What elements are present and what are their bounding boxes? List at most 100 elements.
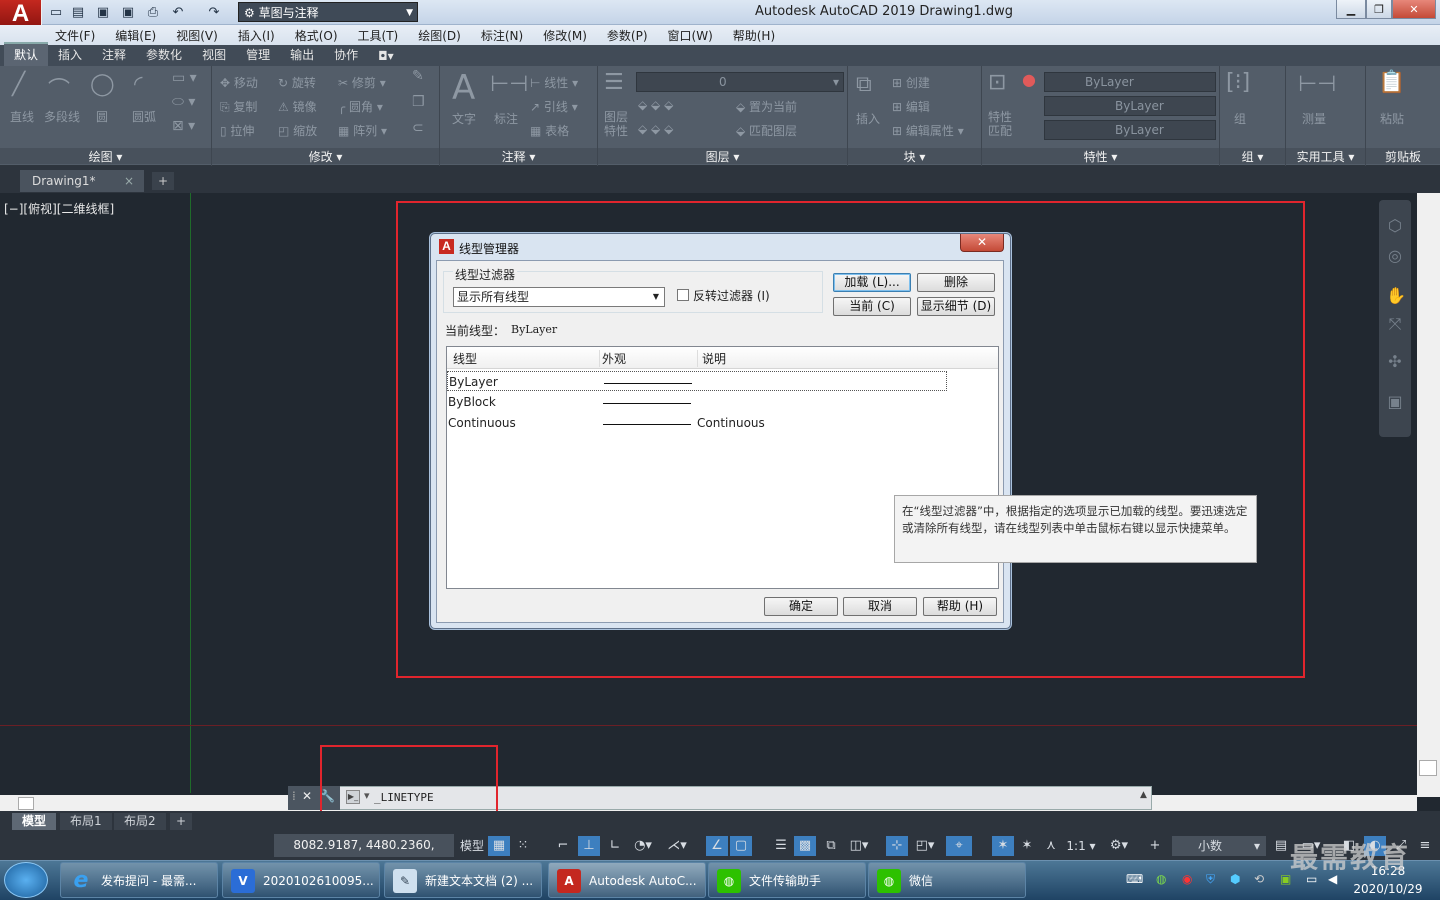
- file-tab-drawing1[interactable]: Drawing1* ×: [20, 170, 144, 192]
- tool-edit-attr[interactable]: ⊞ 编辑属性 ▾: [892, 122, 964, 139]
- linetype-combo[interactable]: ByLayer: [1044, 96, 1216, 116]
- tool-mirror[interactable]: ⚠ 镜像: [278, 98, 317, 115]
- grip-icon[interactable]: ⁞: [292, 789, 296, 803]
- offset-icon[interactable]: ⊂: [412, 120, 424, 136]
- windows-start-button[interactable]: [4, 862, 48, 898]
- annotation-visibility-icon[interactable]: ✶: [992, 836, 1014, 856]
- panel-title-properties[interactable]: 特性 ▾: [982, 148, 1219, 164]
- zoom-icon[interactable]: ⤧: [1386, 314, 1404, 333]
- dynamic-ucs-icon[interactable]: ⊹: [886, 836, 908, 856]
- menu-format[interactable]: 格式(O): [295, 27, 338, 44]
- close-icon[interactable]: ✕: [302, 789, 312, 803]
- invert-filter-checkbox[interactable]: [677, 289, 689, 301]
- tool-stretch[interactable]: ▯ 拉伸: [220, 122, 254, 139]
- layer-tools-icon[interactable]: ⬙ ⬙ ⬙: [638, 98, 673, 112]
- tool-set-current[interactable]: ⬙ 置为当前: [736, 98, 797, 115]
- tool-trim[interactable]: ✂ 修剪 ▾: [338, 74, 386, 91]
- layer-tools2-icon[interactable]: ⬙ ⬙ ⬙: [638, 122, 673, 136]
- filter-select[interactable]: 显示所有线型 ▼: [453, 287, 665, 307]
- tool-copy[interactable]: ⎘ 复制: [220, 98, 257, 115]
- new-tab-button[interactable]: +: [152, 172, 174, 190]
- menu-insert[interactable]: 插入(I): [238, 27, 275, 44]
- new-icon[interactable]: ▭: [48, 4, 64, 20]
- dynamic-input-icon[interactable]: ⊥: [578, 836, 600, 856]
- 3d-osnap-icon[interactable]: ◫▾: [846, 836, 872, 856]
- tool-scale[interactable]: ◰ 缩放: [278, 122, 317, 139]
- orbit-icon[interactable]: ✣: [1386, 352, 1404, 371]
- close-icon[interactable]: ×: [124, 170, 134, 192]
- tab-default[interactable]: 默认: [4, 42, 49, 66]
- tab-insert[interactable]: 插入: [48, 44, 92, 66]
- linetype-row[interactable]: Continuous Continuous: [447, 413, 947, 433]
- wechat-tray-icon[interactable]: ◍: [1156, 872, 1166, 886]
- tool-line[interactable]: 直线: [10, 108, 34, 125]
- maximize-button[interactable]: ❐: [1366, 0, 1392, 19]
- gizmo-icon[interactable]: ⌖: [946, 836, 972, 856]
- showmotion-icon[interactable]: ▣: [1386, 392, 1404, 411]
- minimize-button[interactable]: ▁: [1336, 0, 1366, 19]
- annotation-scale-value[interactable]: 1:1 ▾: [1064, 836, 1098, 856]
- linetype-row[interactable]: ByLayer: [447, 371, 947, 391]
- tool-group[interactable]: 组: [1234, 110, 1246, 127]
- menu-help[interactable]: 帮助(H): [733, 27, 775, 44]
- cancel-button[interactable]: 取消: [843, 597, 917, 616]
- tab-output[interactable]: 输出: [280, 44, 324, 66]
- polar-icon[interactable]: ◔▾: [630, 836, 656, 856]
- hatch-icon[interactable]: ⬭ ▾: [172, 94, 195, 110]
- workspace-select[interactable]: ⚙ 草图与注释 ▼: [238, 2, 418, 22]
- layout-tab-2[interactable]: 布局2: [114, 813, 166, 830]
- delete-button[interactable]: 删除: [917, 273, 995, 292]
- grid-icon[interactable]: ▦: [488, 836, 510, 856]
- layout-tab-1[interactable]: 布局1: [60, 813, 112, 830]
- dialog-close-button[interactable]: ✕: [960, 234, 1004, 252]
- selection-filter-icon[interactable]: ◰▾: [912, 836, 938, 856]
- layer-combo[interactable]: 0 ▾: [636, 72, 844, 92]
- tool-text[interactable]: 文字: [452, 110, 476, 127]
- close-button[interactable]: ✕: [1392, 0, 1436, 19]
- selection-cycling-icon[interactable]: ⧉: [820, 836, 842, 856]
- erase-icon[interactable]: ✎: [412, 68, 424, 84]
- panel-title-groups[interactable]: 组 ▾: [1220, 148, 1285, 164]
- viewport-controls[interactable]: [−][俯视][二维线框]: [4, 200, 114, 217]
- tool-match-properties[interactable]: 特性匹配: [988, 110, 1012, 138]
- taskbar-item-notepad[interactable]: ✎ 新建文本文档 (2) ...: [384, 862, 542, 898]
- command-history-icon[interactable]: ▲: [1140, 790, 1147, 800]
- rectangle-icon[interactable]: ▭ ▾: [172, 70, 197, 86]
- tool-polyline[interactable]: 多段线: [44, 108, 80, 125]
- application-menu-button[interactable]: A: [0, 0, 42, 28]
- menu-parametric[interactable]: 参数(P): [607, 27, 648, 44]
- coordinate-display[interactable]: 8082.9187, 4480.2360, 0.0000: [274, 834, 454, 875]
- lineweight-combo[interactable]: ByLayer: [1044, 120, 1216, 140]
- save-as-icon[interactable]: ▣: [120, 4, 136, 20]
- boundary-icon[interactable]: ⊠ ▾: [172, 118, 195, 134]
- customize-icon[interactable]: ≡: [1414, 836, 1436, 856]
- taskbar-item-ie[interactable]: e 发布提问 - 最需...: [60, 862, 218, 898]
- taskbar-item-file-transfer[interactable]: ◍ 文件传输助手: [708, 862, 866, 898]
- menu-view[interactable]: 视图(V): [176, 27, 218, 44]
- menu-tools[interactable]: 工具(T): [358, 27, 399, 44]
- horizontal-scroll-thumb[interactable]: [18, 797, 34, 810]
- tool-circle[interactable]: 圆: [96, 108, 108, 125]
- vertical-scroll-thumb[interactable]: [1419, 760, 1437, 776]
- tab-annotate[interactable]: 注释: [92, 44, 136, 66]
- tool-array[interactable]: ▦ 阵列 ▾: [338, 122, 387, 139]
- taskbar-item-editor[interactable]: V 2020102610095...: [222, 862, 380, 898]
- model-space-toggle[interactable]: 模型: [458, 836, 486, 856]
- current-button[interactable]: 当前 (C): [833, 297, 911, 316]
- tool-dimension[interactable]: 标注: [494, 110, 518, 127]
- column-appearance[interactable]: 外观: [599, 350, 626, 367]
- workspace-gear-icon[interactable]: ⚙▾: [1104, 836, 1134, 856]
- tool-create[interactable]: ⊞ 创建: [892, 74, 930, 91]
- tool-fillet[interactable]: ╭ 圆角 ▾: [338, 98, 383, 115]
- tool-rotate[interactable]: ↻ 旋转: [278, 74, 316, 91]
- panel-title-clipboard[interactable]: 剪贴板: [1366, 148, 1440, 164]
- menu-window[interactable]: 窗口(W): [668, 27, 713, 44]
- tool-insert[interactable]: 插入: [856, 110, 880, 127]
- taskbar-item-autocad[interactable]: A Autodesk AutoC...: [548, 862, 706, 898]
- linetype-row[interactable]: ByBlock: [447, 392, 947, 412]
- network-icon[interactable]: ⟲: [1254, 872, 1264, 886]
- tool-move[interactable]: ✥ 移动: [220, 74, 258, 91]
- units-select[interactable]: 小数 ▾: [1172, 836, 1266, 856]
- help-button[interactable]: 帮助 (H): [923, 597, 997, 616]
- explode-icon[interactable]: ❒: [412, 94, 425, 110]
